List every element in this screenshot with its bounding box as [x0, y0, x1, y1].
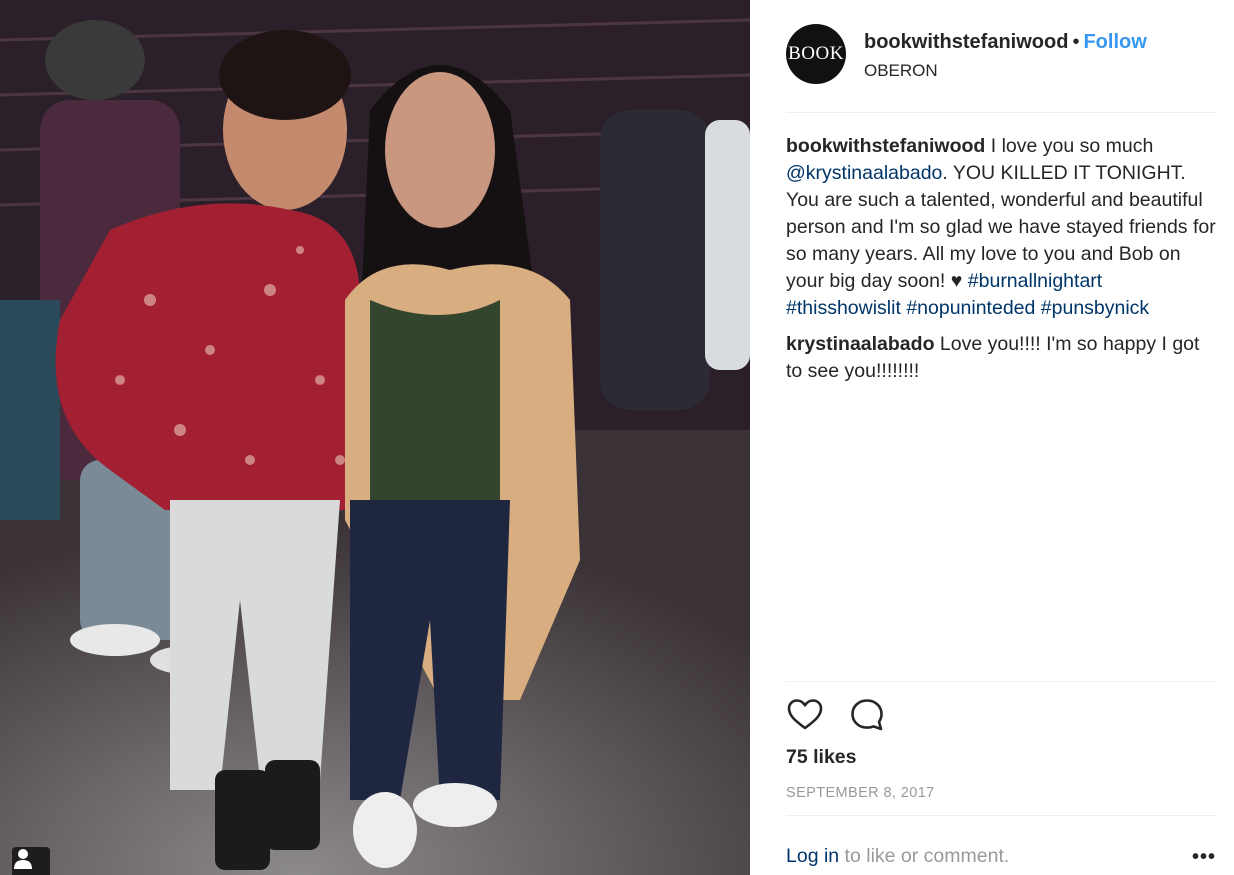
- post-date: SEPTEMBER 8, 2017: [786, 785, 935, 801]
- more-options-button[interactable]: •••: [1192, 846, 1216, 869]
- comment-button[interactable]: [848, 696, 886, 734]
- hashtag-link[interactable]: #nopuninteded: [906, 297, 1035, 319]
- post-header: BOOK bookwithstefaniwood • Follow OBERON: [786, 24, 1216, 88]
- comment-bubble-icon: [851, 699, 884, 731]
- footer-divider: [786, 815, 1216, 816]
- header-divider: [786, 112, 1216, 113]
- mention-link[interactable]: @krystinaalabado: [786, 162, 942, 184]
- caption-username-link[interactable]: bookwithstefaniwood: [786, 135, 985, 157]
- avatar-logo-text: BOOK: [788, 43, 844, 64]
- hashtag-link[interactable]: #punsbynick: [1041, 297, 1149, 319]
- comments-list: bookwithstefaniwood I love you so much @…: [786, 133, 1218, 394]
- login-link[interactable]: Log in: [786, 845, 839, 867]
- header-username-link[interactable]: bookwithstefaniwood: [864, 31, 1068, 53]
- post-photo[interactable]: [0, 0, 750, 875]
- avatar[interactable]: BOOK: [786, 24, 846, 84]
- follow-button[interactable]: Follow: [1083, 31, 1146, 53]
- login-prompt-text: to like or comment.: [839, 845, 1010, 867]
- reply-comment: krystinaalabado Love you!!!! I'm so happ…: [786, 331, 1218, 385]
- reply-username-link[interactable]: krystinaalabado: [786, 333, 934, 355]
- caption-text-1: I love you so much: [985, 135, 1154, 157]
- likes-count[interactable]: 75 likes: [786, 746, 856, 769]
- photo-illustration: [0, 0, 750, 875]
- header-separator: •: [1072, 31, 1080, 53]
- hashtag-link[interactable]: #burnallnightart: [968, 270, 1102, 292]
- login-prompt: Log in to like or comment.: [786, 845, 1009, 868]
- header-user-line: bookwithstefaniwood • Follow: [864, 31, 1147, 54]
- user-tag-button[interactable]: [12, 847, 50, 875]
- action-bar: [786, 696, 906, 734]
- caption-comment: bookwithstefaniwood I love you so much @…: [786, 133, 1218, 322]
- actions-divider: [786, 681, 1216, 682]
- location-link[interactable]: OBERON: [864, 61, 938, 81]
- heart-icon: [787, 699, 823, 730]
- post-side-panel: BOOK bookwithstefaniwood • Follow OBERON b…: [750, 0, 1234, 875]
- like-button[interactable]: [786, 696, 824, 734]
- hashtag-link[interactable]: #thisshowislit: [786, 297, 901, 319]
- user-tag-icon: [14, 849, 32, 869]
